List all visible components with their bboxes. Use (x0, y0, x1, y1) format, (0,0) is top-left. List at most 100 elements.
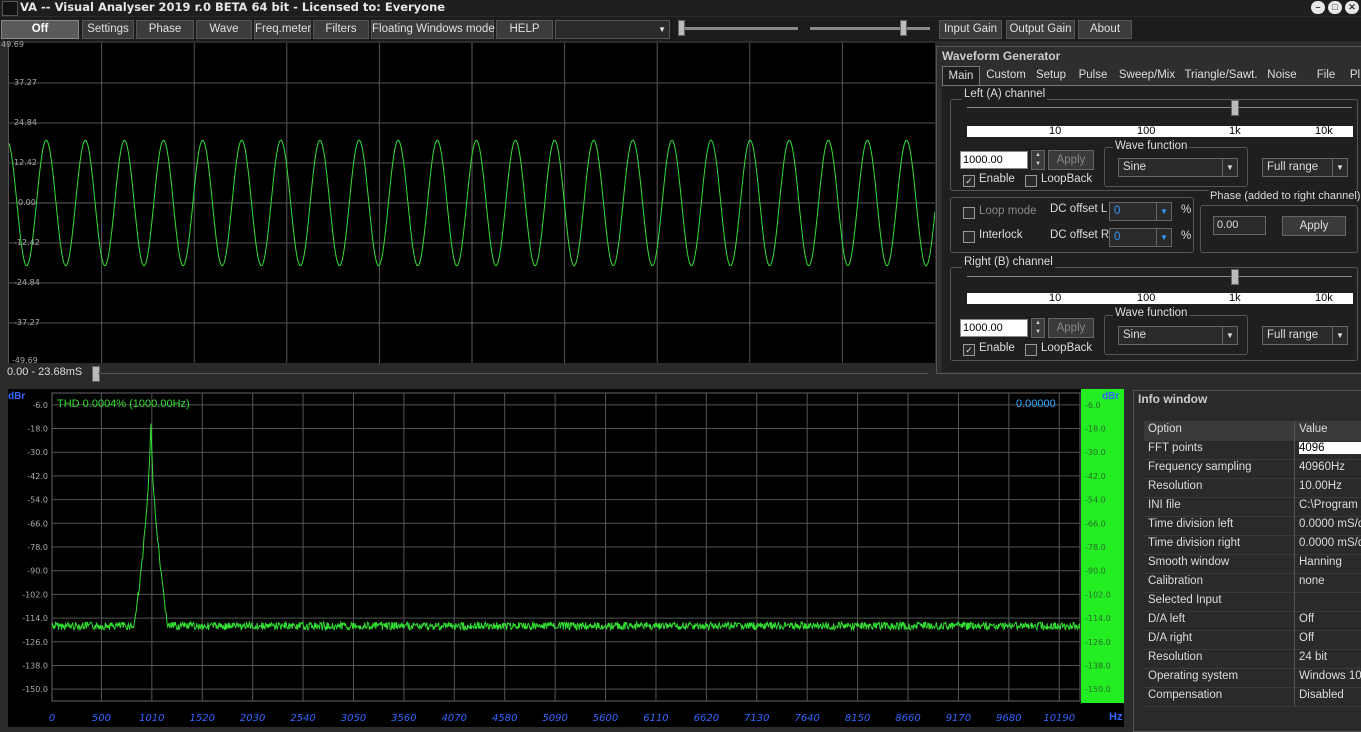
info-row[interactable]: Time division right 0.0000 mS/d (1144, 535, 1361, 555)
title-bar: VA -- Visual Analyser 2019 r.0 BETA 64 b… (0, 0, 1361, 16)
tab-pl[interactable]: Pl (1347, 66, 1361, 84)
dc-offset-right-select[interactable]: 0 ▼ (1109, 228, 1172, 247)
freqmeter-button[interactable]: Freq.meter (254, 20, 311, 39)
right-channel-label: Right (B) channel (962, 256, 1055, 268)
info-row-separator (1294, 592, 1295, 611)
spectrum-ytick-right: -54.0 (1085, 496, 1106, 505)
interlock-checkbox[interactable] (963, 231, 975, 243)
info-row[interactable]: D/A right Off (1144, 630, 1361, 650)
info-row[interactable]: Time division left 0.0000 mS/d (1144, 516, 1361, 536)
right-loopback-checkbox[interactable] (1025, 344, 1037, 356)
maximize-icon[interactable]: □ (1328, 1, 1342, 14)
spectrum-xtick: 1010 (139, 713, 164, 724)
info-row[interactable]: INI file C:\Program F (1144, 497, 1361, 517)
tab-noise[interactable]: Noise (1263, 66, 1301, 84)
right-apply-button[interactable]: Apply (1048, 318, 1094, 338)
left-frequency-input[interactable]: 1000.00 (960, 151, 1028, 169)
wave-button[interactable]: Wave (196, 20, 252, 39)
spectrum-ytick-right: -78.0 (1085, 543, 1106, 552)
info-row[interactable]: Frequency sampling 40960Hz (1144, 459, 1361, 479)
info-row-value: Windows 10 (1299, 670, 1361, 682)
left-range-select[interactable]: Full range ▼ (1262, 158, 1348, 177)
close-icon[interactable]: ✕ (1345, 1, 1359, 14)
loop-mode-checkbox[interactable] (963, 207, 975, 219)
info-row[interactable]: Resolution 10.00Hz (1144, 478, 1361, 498)
input-gain-button[interactable]: Input Gain (939, 20, 1002, 39)
spectrum-ytick-left: -126.0 (22, 638, 48, 647)
about-button[interactable]: About (1078, 20, 1132, 39)
tab-custom[interactable]: Custom (983, 66, 1029, 84)
spectrum-ytick-right: -150.0 (1085, 685, 1111, 694)
time-range-slider-track[interactable] (98, 373, 928, 374)
info-row-value: 40960Hz (1299, 461, 1346, 473)
waveform-generator-window: Waveform Generator Main Custom Setup Pul… (936, 46, 1361, 374)
tab-sweep-mix[interactable]: Sweep/Mix (1117, 66, 1177, 84)
info-row-separator (1294, 459, 1295, 478)
left-freq-slider-thumb[interactable] (1231, 100, 1239, 116)
tab-triangle-sawt[interactable]: Triangle/Sawt. (1183, 66, 1259, 84)
left-scale-10: 10 (1049, 125, 1062, 137)
toolbar-combo[interactable]: ▼ (555, 20, 670, 39)
info-row[interactable]: D/A left Off (1144, 611, 1361, 631)
scope-plot (9, 43, 935, 363)
output-gain-slider-thumb[interactable] (900, 20, 907, 36)
info-row[interactable]: Operating system Windows 10 (1144, 668, 1361, 688)
window-title: VA -- Visual Analyser 2019 r.0 BETA 64 b… (20, 0, 446, 14)
time-range-slider-thumb[interactable] (92, 366, 100, 382)
info-row-option: Resolution (1148, 480, 1203, 492)
spectrum-ytick-right: -138.0 (1085, 661, 1111, 670)
tab-pulse[interactable]: Pulse (1075, 66, 1111, 84)
info-row-option: Calibration (1148, 575, 1203, 587)
phase-button[interactable]: Phase (136, 20, 194, 39)
output-gain-slider-track[interactable] (810, 27, 930, 30)
left-freq-slider-track[interactable] (967, 107, 1352, 108)
help-button[interactable]: HELP (496, 20, 553, 39)
spectrum-analyzer[interactable]: -6.0 -6.0 -18.0 -18.0 -30.0 -30.0 -42.0 -42.0 -5… (8, 389, 1124, 727)
right-loopback-label: LoopBack (1041, 342, 1093, 354)
info-row-value: Hanning (1299, 556, 1342, 568)
left-apply-button[interactable]: Apply (1048, 150, 1094, 170)
info-row[interactable]: Compensation Disabled (1144, 687, 1361, 707)
dc-offset-left-select[interactable]: 0 ▼ (1109, 202, 1172, 221)
output-gain-button[interactable]: Output Gain (1006, 20, 1075, 39)
left-loopback-checkbox[interactable] (1025, 175, 1037, 187)
right-frequency-spinner[interactable]: ▲ ▼ (1031, 318, 1045, 338)
left-enable-checkbox[interactable]: ✓ (963, 175, 975, 187)
info-row[interactable]: Smooth window Hanning (1144, 554, 1361, 574)
spectrum-xtick: 6110 (643, 713, 668, 724)
tab-main[interactable]: Main (942, 66, 980, 85)
info-row[interactable]: FFT points 4096 (1144, 440, 1361, 460)
tab-file[interactable]: File (1311, 66, 1341, 84)
input-gain-slider-thumb[interactable] (678, 20, 685, 36)
right-range-value: Full range (1267, 329, 1319, 341)
floating-windows-button[interactable]: Floating Windows mode (371, 20, 495, 39)
scope-ytick-3: 12.42 (14, 158, 37, 167)
info-row[interactable]: Calibration none (1144, 573, 1361, 593)
minimize-icon[interactable]: – (1311, 1, 1325, 14)
right-freq-slider-track[interactable] (967, 276, 1352, 277)
input-gain-slider-track[interactable] (678, 27, 798, 30)
settings-button[interactable]: Settings (82, 20, 134, 39)
filters-button[interactable]: Filters (313, 20, 369, 39)
right-frequency-input[interactable]: 1000.00 (960, 319, 1028, 337)
oscilloscope[interactable] (8, 43, 935, 363)
off-button[interactable]: Off (1, 20, 79, 39)
info-row-option: Compensation (1148, 689, 1223, 701)
phase-apply-button[interactable]: Apply (1282, 216, 1346, 236)
right-freq-slider-thumb[interactable] (1231, 269, 1239, 285)
right-range-select[interactable]: Full range ▼ (1262, 326, 1348, 345)
info-row[interactable]: Selected Input (1144, 592, 1361, 612)
info-row-separator (1294, 687, 1295, 706)
right-wave-function-select[interactable]: Sine ▼ (1118, 326, 1238, 345)
right-enable-checkbox[interactable]: ✓ (963, 344, 975, 356)
scope-ytick-4: 0.00 (18, 198, 36, 207)
info-row[interactable]: Resolution 24 bit (1144, 649, 1361, 669)
tab-setup[interactable]: Setup (1031, 66, 1071, 84)
phase-input[interactable]: 0.00 (1213, 216, 1266, 235)
info-row-value: C:\Program F (1299, 499, 1361, 511)
spectrum-ytick-left: -90.0 (27, 567, 48, 576)
info-row-value: 4096 (1299, 442, 1361, 454)
left-wave-function-select[interactable]: Sine ▼ (1118, 158, 1238, 177)
left-frequency-spinner[interactable]: ▲ ▼ (1031, 150, 1045, 170)
interlock-label: Interlock (979, 229, 1023, 241)
